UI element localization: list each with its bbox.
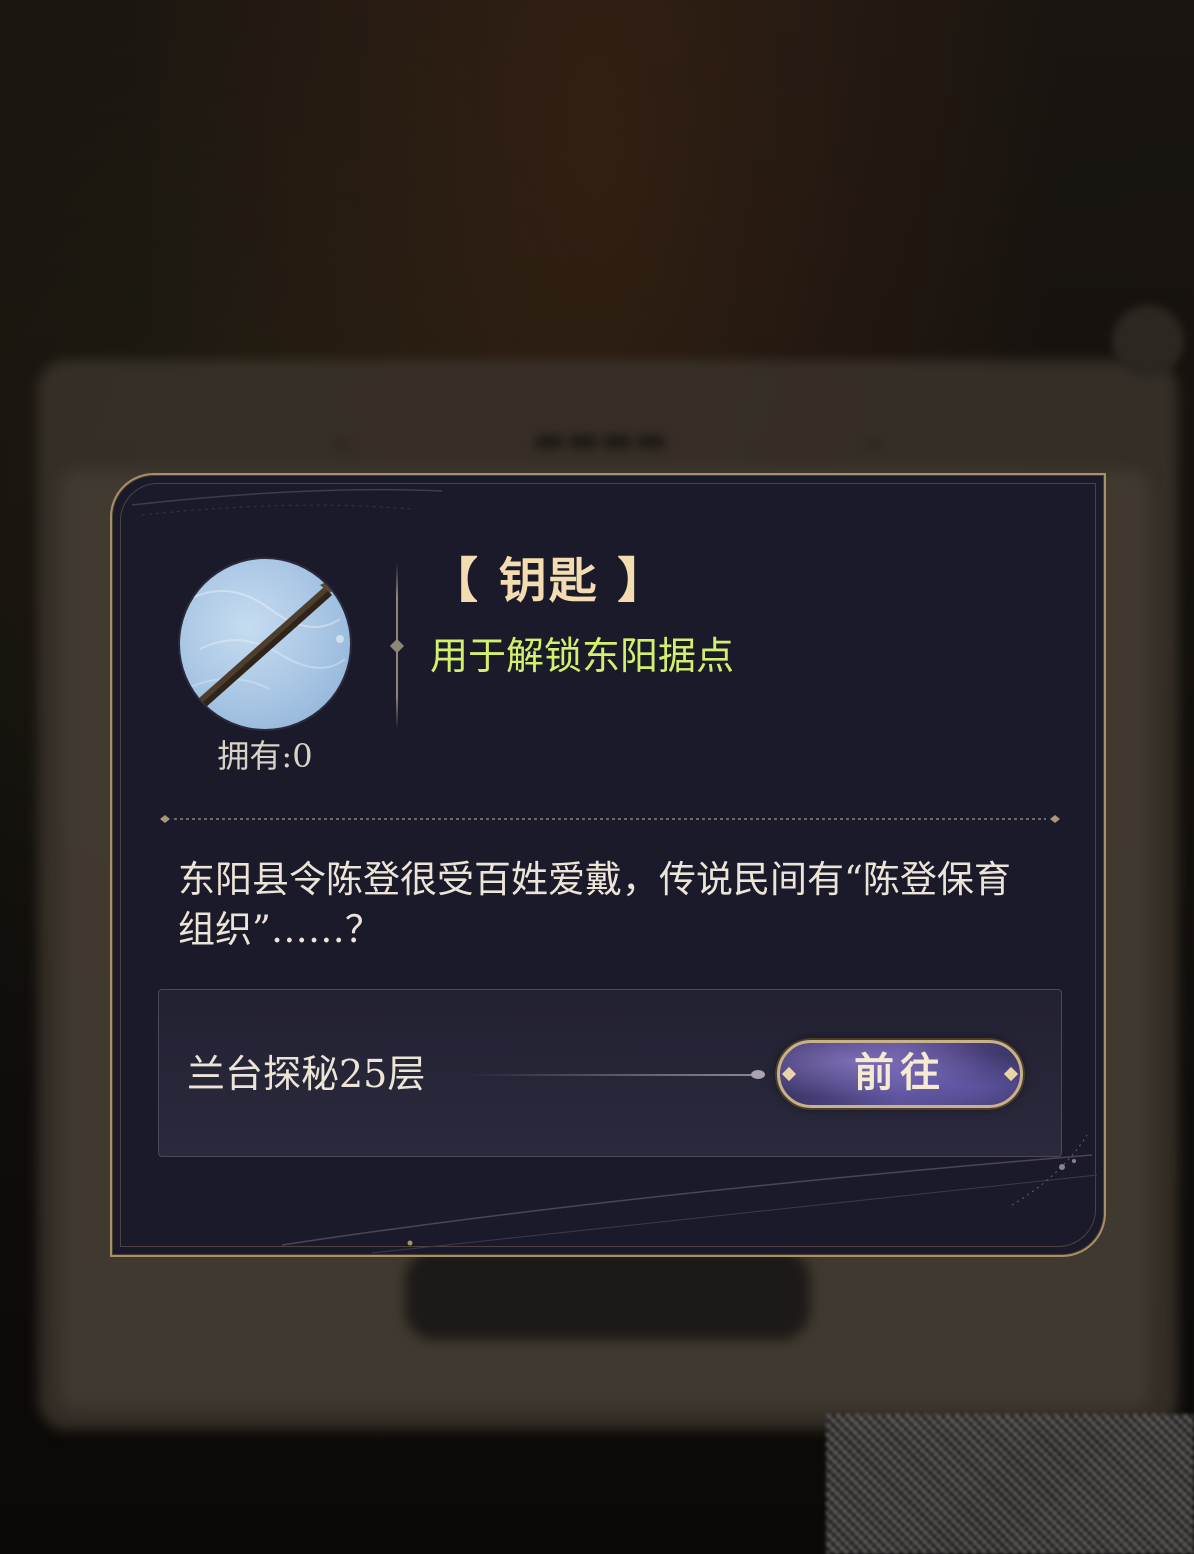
source-label: 兰台探秘25层 bbox=[187, 1052, 426, 1096]
item-name: 【 钥匙 】 bbox=[430, 553, 668, 609]
goto-button[interactable]: 前往 bbox=[777, 1040, 1023, 1108]
item-description: 东阳县令陈登很受百姓爱戴，传说民间有“陈登保育组织”……？ bbox=[178, 858, 1011, 951]
background-bottom-button bbox=[405, 1250, 810, 1340]
background-prev-arrow-icon: « bbox=[330, 420, 355, 466]
key-rod-icon bbox=[184, 577, 346, 707]
connector-line bbox=[467, 1074, 763, 1076]
screen: ▬▬▬▬ « » 拥有:0 【 钥匙 】 用于解锁东阳据点 东阳县令陈登很受百姓… bbox=[0, 0, 1194, 1554]
item-icon-frame[interactable] bbox=[180, 559, 350, 729]
connector-dot-icon bbox=[751, 1070, 765, 1079]
background-title: ▬▬▬▬ bbox=[531, 419, 669, 460]
background-close-icon[interactable] bbox=[1112, 305, 1184, 377]
obtain-source-row: 兰台探秘25层 前往 bbox=[158, 989, 1062, 1157]
item-info-dialog: 拥有:0 【 钥匙 】 用于解锁东阳据点 东阳县令陈登很受百姓爱戴，传说民间有“… bbox=[110, 473, 1106, 1257]
goto-button-label: 前往 bbox=[854, 1049, 946, 1096]
background-next-arrow-icon: » bbox=[860, 420, 885, 466]
sparkle-icon bbox=[1003, 1066, 1019, 1082]
owned-count: 拥有:0 bbox=[217, 737, 313, 775]
sparkle-icon bbox=[781, 1066, 797, 1082]
section-divider bbox=[160, 815, 1060, 823]
divider-dot-icon bbox=[389, 638, 405, 654]
watermark bbox=[826, 1414, 1194, 1554]
item-usage: 用于解锁东阳据点 bbox=[430, 634, 735, 678]
